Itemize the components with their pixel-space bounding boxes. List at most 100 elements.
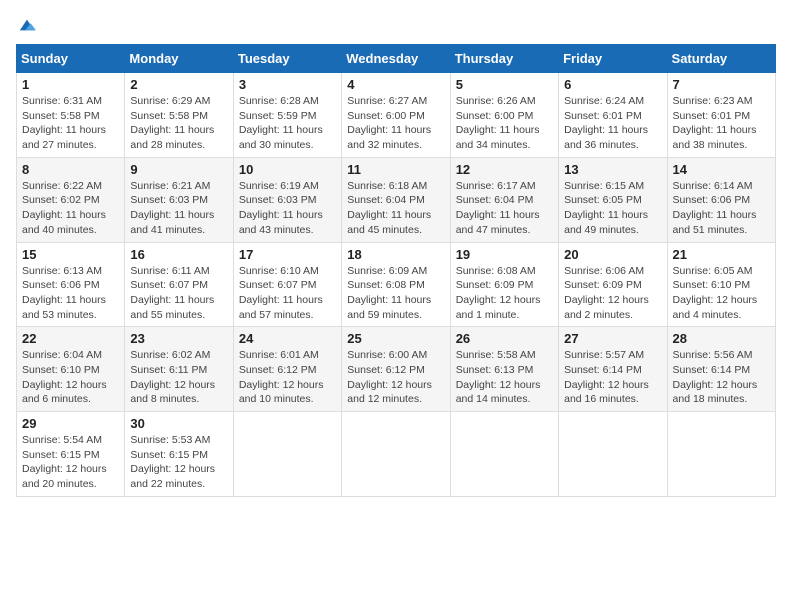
day-header-wednesday: Wednesday <box>342 45 450 73</box>
day-info: Sunrise: 6:04 AMSunset: 6:10 PMDaylight:… <box>22 348 119 407</box>
calendar-cell: 27Sunrise: 5:57 AMSunset: 6:14 PMDayligh… <box>559 327 667 412</box>
day-header-friday: Friday <box>559 45 667 73</box>
calendar-cell: 16 Sunrise: 6:11 AMSunset: 6:07 PMDayligh… <box>125 242 233 327</box>
day-number: 23 <box>130 331 227 346</box>
day-header-monday: Monday <box>125 45 233 73</box>
day-number: 16 <box>130 247 227 262</box>
day-number: 19 <box>456 247 553 262</box>
day-number: 1 <box>22 77 119 92</box>
calendar-cell <box>450 412 558 497</box>
day-info: Sunrise: 6:19 AMSunset: 6:03 PMDaylight:… <box>239 179 336 238</box>
calendar-cell <box>342 412 450 497</box>
day-info: Sunrise: 5:56 AMSunset: 6:14 PMDaylight:… <box>673 348 770 407</box>
calendar-cell: 7 Sunrise: 6:23 AMSunset: 6:01 PMDaylight… <box>667 73 775 158</box>
calendar-cell: 15 Sunrise: 6:13 AMSunset: 6:06 PMDayligh… <box>17 242 125 327</box>
day-number: 8 <box>22 162 119 177</box>
calendar-cell: 25 Sunrise: 6:00 AMSunset: 6:12 PMDayligh… <box>342 327 450 412</box>
calendar-cell <box>667 412 775 497</box>
day-info: Sunrise: 5:54 AMSunset: 6:15 PMDaylight:… <box>22 433 119 492</box>
calendar-cell: 12 Sunrise: 6:17 AMSunset: 6:04 PMDayligh… <box>450 157 558 242</box>
logo-icon <box>18 16 36 34</box>
day-number: 30 <box>130 416 227 431</box>
calendar-cell: 30 Sunrise: 5:53 AMSunset: 6:15 PMDayligh… <box>125 412 233 497</box>
day-number: 4 <box>347 77 444 92</box>
day-number: 22 <box>22 331 119 346</box>
day-number: 20 <box>564 247 661 262</box>
calendar-cell: 22 Sunrise: 6:04 AMSunset: 6:10 PMDayligh… <box>17 327 125 412</box>
page-header <box>16 16 776 34</box>
day-info: Sunrise: 6:08 AMSunset: 6:09 PMDaylight:… <box>456 264 553 323</box>
day-number: 3 <box>239 77 336 92</box>
day-number: 9 <box>130 162 227 177</box>
day-number: 12 <box>456 162 553 177</box>
day-info: Sunrise: 6:21 AMSunset: 6:03 PMDaylight:… <box>130 179 227 238</box>
logo <box>16 16 36 34</box>
day-number: 2 <box>130 77 227 92</box>
calendar-cell: 2 Sunrise: 6:29 AMSunset: 5:58 PMDaylight… <box>125 73 233 158</box>
calendar-cell: 20 Sunrise: 6:06 AMSunset: 6:09 PMDayligh… <box>559 242 667 327</box>
day-info: Sunrise: 6:27 AMSunset: 6:00 PMDaylight:… <box>347 94 444 153</box>
day-info: Sunrise: 6:26 AMSunset: 6:00 PMDaylight:… <box>456 94 553 153</box>
day-number: 27 <box>564 331 661 346</box>
day-number: 13 <box>564 162 661 177</box>
day-info: Sunrise: 6:22 AMSunset: 6:02 PMDaylight:… <box>22 179 119 238</box>
day-number: 28 <box>673 331 770 346</box>
calendar-cell: 28 Sunrise: 5:56 AMSunset: 6:14 PMDayligh… <box>667 327 775 412</box>
day-info: Sunrise: 5:53 AMSunset: 6:15 PMDaylight:… <box>130 433 227 492</box>
calendar-cell: 23 Sunrise: 6:02 AMSunset: 6:11 PMDayligh… <box>125 327 233 412</box>
day-number: 7 <box>673 77 770 92</box>
calendar-header-row: SundayMondayTuesdayWednesdayThursdayFrid… <box>17 45 776 73</box>
day-info: Sunrise: 6:14 AMSunset: 6:06 PMDaylight:… <box>673 179 770 238</box>
day-info: Sunrise: 6:17 AMSunset: 6:04 PMDaylight:… <box>456 179 553 238</box>
day-header-sunday: Sunday <box>17 45 125 73</box>
calendar-cell: 18 Sunrise: 6:09 AMSunset: 6:08 PMDayligh… <box>342 242 450 327</box>
calendar-cell: 9 Sunrise: 6:21 AMSunset: 6:03 PMDaylight… <box>125 157 233 242</box>
day-info: Sunrise: 6:15 AMSunset: 6:05 PMDaylight:… <box>564 179 661 238</box>
day-number: 29 <box>22 416 119 431</box>
day-header-tuesday: Tuesday <box>233 45 341 73</box>
day-number: 26 <box>456 331 553 346</box>
calendar-cell: 10 Sunrise: 6:19 AMSunset: 6:03 PMDayligh… <box>233 157 341 242</box>
day-number: 25 <box>347 331 444 346</box>
day-number: 6 <box>564 77 661 92</box>
calendar-week-1: 1 Sunrise: 6:31 AMSunset: 5:58 PMDaylight… <box>17 73 776 158</box>
day-number: 17 <box>239 247 336 262</box>
calendar-week-4: 22 Sunrise: 6:04 AMSunset: 6:10 PMDayligh… <box>17 327 776 412</box>
day-info: Sunrise: 6:28 AMSunset: 5:59 PMDaylight:… <box>239 94 336 153</box>
calendar-cell: 29 Sunrise: 5:54 AMSunset: 6:15 PMDayligh… <box>17 412 125 497</box>
day-info: Sunrise: 6:09 AMSunset: 6:08 PMDaylight:… <box>347 264 444 323</box>
day-number: 18 <box>347 247 444 262</box>
day-info: Sunrise: 6:13 AMSunset: 6:06 PMDaylight:… <box>22 264 119 323</box>
calendar-cell: 17 Sunrise: 6:10 AMSunset: 6:07 PMDayligh… <box>233 242 341 327</box>
calendar-cell: 8 Sunrise: 6:22 AMSunset: 6:02 PMDaylight… <box>17 157 125 242</box>
day-info: Sunrise: 6:06 AMSunset: 6:09 PMDaylight:… <box>564 264 661 323</box>
day-number: 24 <box>239 331 336 346</box>
day-info: Sunrise: 6:29 AMSunset: 5:58 PMDaylight:… <box>130 94 227 153</box>
day-info: Sunrise: 6:10 AMSunset: 6:07 PMDaylight:… <box>239 264 336 323</box>
calendar-cell: 14 Sunrise: 6:14 AMSunset: 6:06 PMDayligh… <box>667 157 775 242</box>
day-info: Sunrise: 6:00 AMSunset: 6:12 PMDaylight:… <box>347 348 444 407</box>
calendar-table: SundayMondayTuesdayWednesdayThursdayFrid… <box>16 44 776 497</box>
day-info: Sunrise: 6:11 AMSunset: 6:07 PMDaylight:… <box>130 264 227 323</box>
day-info: Sunrise: 6:31 AMSunset: 5:58 PMDaylight:… <box>22 94 119 153</box>
calendar-week-5: 29 Sunrise: 5:54 AMSunset: 6:15 PMDayligh… <box>17 412 776 497</box>
calendar-cell: 21Sunrise: 6:05 AMSunset: 6:10 PMDayligh… <box>667 242 775 327</box>
calendar-cell: 11Sunrise: 6:18 AMSunset: 6:04 PMDayligh… <box>342 157 450 242</box>
day-info: Sunrise: 5:58 AMSunset: 6:13 PMDaylight:… <box>456 348 553 407</box>
day-number: 5 <box>456 77 553 92</box>
day-info: Sunrise: 6:23 AMSunset: 6:01 PMDaylight:… <box>673 94 770 153</box>
day-header-thursday: Thursday <box>450 45 558 73</box>
day-number: 14 <box>673 162 770 177</box>
day-info: Sunrise: 6:24 AMSunset: 6:01 PMDaylight:… <box>564 94 661 153</box>
calendar-cell: 26 Sunrise: 5:58 AMSunset: 6:13 PMDayligh… <box>450 327 558 412</box>
day-info: Sunrise: 6:02 AMSunset: 6:11 PMDaylight:… <box>130 348 227 407</box>
calendar-cell: 4 Sunrise: 6:27 AMSunset: 6:00 PMDaylight… <box>342 73 450 158</box>
calendar-cell: 1 Sunrise: 6:31 AMSunset: 5:58 PMDaylight… <box>17 73 125 158</box>
day-header-saturday: Saturday <box>667 45 775 73</box>
day-number: 11 <box>347 162 444 177</box>
calendar-cell: 13 Sunrise: 6:15 AMSunset: 6:05 PMDayligh… <box>559 157 667 242</box>
calendar-cell: 3 Sunrise: 6:28 AMSunset: 5:59 PMDaylight… <box>233 73 341 158</box>
calendar-cell: 24Sunrise: 6:01 AMSunset: 6:12 PMDayligh… <box>233 327 341 412</box>
day-number: 10 <box>239 162 336 177</box>
day-number: 15 <box>22 247 119 262</box>
